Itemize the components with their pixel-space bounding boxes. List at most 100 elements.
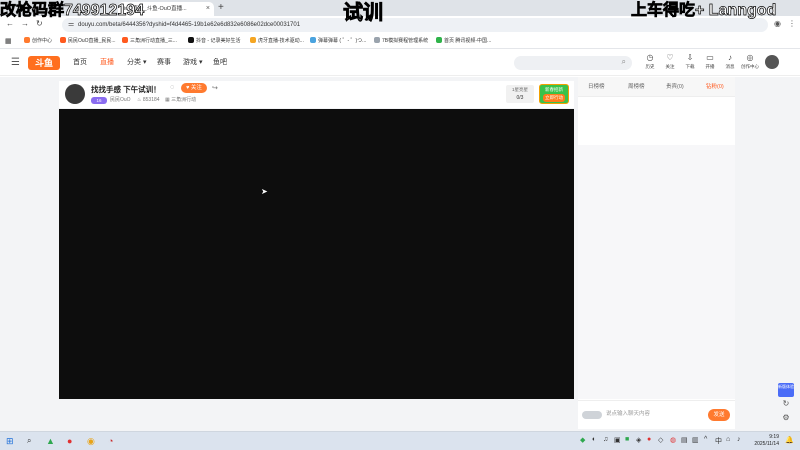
room-category[interactable]: ▦ 三角洲行动: [165, 96, 196, 105]
overlay-left-text: 改枪码群749912194: [0, 2, 145, 20]
taskbar-search-icon[interactable]: ⌕: [27, 434, 31, 448]
heat-count: ♨ 853184: [137, 97, 160, 103]
bookmark-3[interactable]: 抖音 - 记录美好生活: [188, 34, 240, 49]
header-messages[interactable]: ♪ 消息: [719, 53, 741, 71]
bookmark-favicon-icon: [310, 37, 316, 43]
nav-live[interactable]: 直播: [100, 50, 114, 76]
player-footer: [59, 400, 574, 430]
follow-button[interactable]: ♥ 关注: [181, 83, 207, 93]
bookmark-6[interactable]: 7B模拟赛程管理系统: [374, 34, 428, 49]
app-triangle-icon[interactable]: ▲: [46, 434, 55, 448]
nav-category[interactable]: 分类 ▾: [127, 50, 146, 76]
tray-chevron-icon[interactable]: ^: [704, 436, 707, 443]
bookmark-favicon-icon: [60, 37, 66, 43]
tray-icon-11[interactable]: ▥: [692, 436, 699, 444]
tab-weekly-rank[interactable]: 周榜榜: [628, 77, 645, 97]
rank-content: [578, 97, 735, 144]
ranking-tabs: 日榜榜 周榜榜 贵宾(0) 钻粉(0): [578, 77, 735, 97]
app-red-icon[interactable]: ◔: [108, 434, 113, 448]
chat-input[interactable]: 说点输入聊天内容: [606, 409, 650, 417]
hamburger-menu-icon[interactable]: ☰: [11, 57, 20, 68]
user-avatar[interactable]: [765, 55, 779, 69]
search-icon[interactable]: ⌕: [622, 57, 626, 67]
room-title: 找找手感 下午试训！: [91, 85, 161, 94]
bookmark-5[interactable]: 弹幕弹幕 ( ゜- ゜)つ...: [310, 34, 366, 49]
tab-vip[interactable]: 贵宾(0): [666, 77, 684, 97]
tray-nvidia-icon[interactable]: ■: [625, 436, 629, 443]
streamer-avatar[interactable]: [65, 84, 85, 104]
site-search-input[interactable]: ⌕: [514, 56, 632, 70]
header-follow[interactable]: ♡ 关注: [659, 53, 681, 71]
site-header: ☰ 斗鱼 首页 直播 分类 ▾ 赛事 游戏 ▾ 鱼吧 ⌕ ◷ 历史 ♡ 关注 ⇩ 下载…: [0, 50, 800, 76]
chat-messages[interactable]: [578, 145, 735, 399]
bookmark-favicon-icon: [24, 37, 30, 43]
nav-events[interactable]: 赛事: [157, 50, 171, 76]
taskbar-clock[interactable]: 9:19 2025/11/14: [745, 434, 779, 448]
send-button[interactable]: 发送: [708, 409, 730, 421]
share-icon[interactable]: ↪: [212, 84, 218, 92]
nav-fishbar[interactable]: 鱼吧: [213, 50, 227, 76]
download-icon: ⇩: [686, 53, 694, 62]
tab-diamond-fans[interactable]: 钻粉(0): [706, 77, 724, 97]
tray-icon-4[interactable]: ▣: [614, 436, 621, 444]
side-chat-panel: 日榜榜 周榜榜 贵宾(0) 钻粉(0) 说点输入聊天内容 发送: [578, 77, 735, 429]
bookmark-favicon-icon: [122, 37, 128, 43]
right-rail: 新版体验 ↻ ⚙: [778, 383, 794, 428]
browser-menu-icon[interactable]: ⋮: [788, 19, 796, 28]
new-version-tag[interactable]: 新版体验: [778, 383, 794, 397]
bookmarks-bar: ▦ 创作中心 民民OuO直播_民民... 三角洲行动直播_三... 抖音 - 记…: [0, 34, 800, 49]
event-banner[interactable]: 新春招新 立即行动: [539, 84, 569, 104]
bookmark-4[interactable]: 虎牙直播-技术驱动...: [250, 34, 304, 49]
tray-icon-6[interactable]: ◈: [636, 436, 641, 444]
chrome-icon[interactable]: ◉: [87, 434, 95, 448]
site-logo[interactable]: 斗鱼: [28, 56, 60, 70]
tray-volume-icon[interactable]: ♪: [737, 436, 741, 443]
bookmark-1[interactable]: 民民OuO直播_民民...: [60, 34, 116, 49]
new-tab-plus-icon[interactable]: +: [218, 2, 224, 13]
mouse-cursor-icon: ➤: [261, 187, 268, 196]
tray-icon-10[interactable]: ▤: [681, 436, 688, 444]
tray-icon-7[interactable]: ●: [647, 436, 651, 443]
emoji-toggle[interactable]: [582, 411, 602, 419]
bookmark-favicon-icon: [436, 37, 442, 43]
tray-green-icon[interactable]: ◆: [580, 436, 585, 444]
report-icon[interactable]: ◌: [170, 84, 174, 91]
tab-close-icon[interactable]: ×: [206, 2, 210, 16]
tray-mic-icon[interactable]: ♫: [603, 436, 608, 443]
level-badge: 16: [91, 97, 107, 104]
apps-grid-icon[interactable]: ▦: [5, 34, 12, 49]
bookmark-favicon-icon: [250, 37, 256, 43]
header-creator[interactable]: ◎ 创作中心: [739, 53, 761, 71]
screen: iuO直播_斗鱼-OuO直播... × + ← → ↻ ⚌ douyu.com/…: [0, 0, 800, 450]
tab-daily-rank[interactable]: 日榜榜: [588, 77, 605, 97]
bookmark-0[interactable]: 创作中心: [24, 34, 52, 49]
bell-icon: ♪: [728, 53, 732, 62]
os-taskbar: ⊞ ⌕ ▲ ● ◉ ◔ ◆ ◐ ♫ ▣ ■ ◈ ● ◇ ◍ ▤ ▥ ^ 中 ⌂ …: [0, 431, 800, 450]
streamer-name[interactable]: 民民OuO: [110, 96, 131, 105]
tray-icon-8[interactable]: ◇: [658, 436, 663, 444]
tray-icon-9[interactable]: ◍: [670, 436, 676, 444]
refresh-icon[interactable]: ↻: [778, 397, 794, 411]
nav-games[interactable]: 游戏 ▾: [183, 50, 202, 76]
video-player[interactable]: ➤: [59, 109, 574, 399]
header-download[interactable]: ⇩ 下载: [679, 53, 701, 71]
notification-bell-icon[interactable]: 🔔: [785, 436, 794, 444]
bookmark-favicon-icon: [374, 37, 380, 43]
settings-gear-icon[interactable]: ⚙: [778, 411, 794, 425]
windows-start-icon[interactable]: ⊞: [6, 434, 14, 448]
header-broadcast[interactable]: ▭ 开播: [699, 53, 721, 71]
tray-network-icon[interactable]: ⌂: [726, 436, 730, 443]
heart-icon: ♡: [666, 53, 674, 62]
clock-icon: ◷: [646, 53, 654, 62]
overlay-right-text: 上车得吃+ Lanngod: [631, 2, 777, 20]
rank-box[interactable]: 1星亮星 0/3: [506, 85, 534, 103]
app-netease-icon[interactable]: ●: [67, 434, 72, 448]
header-history[interactable]: ◷ 历史: [639, 53, 661, 71]
bookmark-7[interactable]: 首页 腾讯视频-中国...: [436, 34, 491, 49]
tray-ime-icon[interactable]: 中: [715, 436, 722, 446]
bookmark-2[interactable]: 三角洲行动直播_三...: [122, 34, 177, 49]
nav-home[interactable]: 首页: [73, 50, 87, 76]
tray-icon-2[interactable]: ◐: [592, 436, 596, 443]
room-header: 找找手感 下午试训！ ◌ ♥ 关注 ↪ 16 民民OuO ♨ 853184 ▦ …: [59, 81, 574, 108]
bookmark-favicon-icon: [188, 37, 194, 43]
